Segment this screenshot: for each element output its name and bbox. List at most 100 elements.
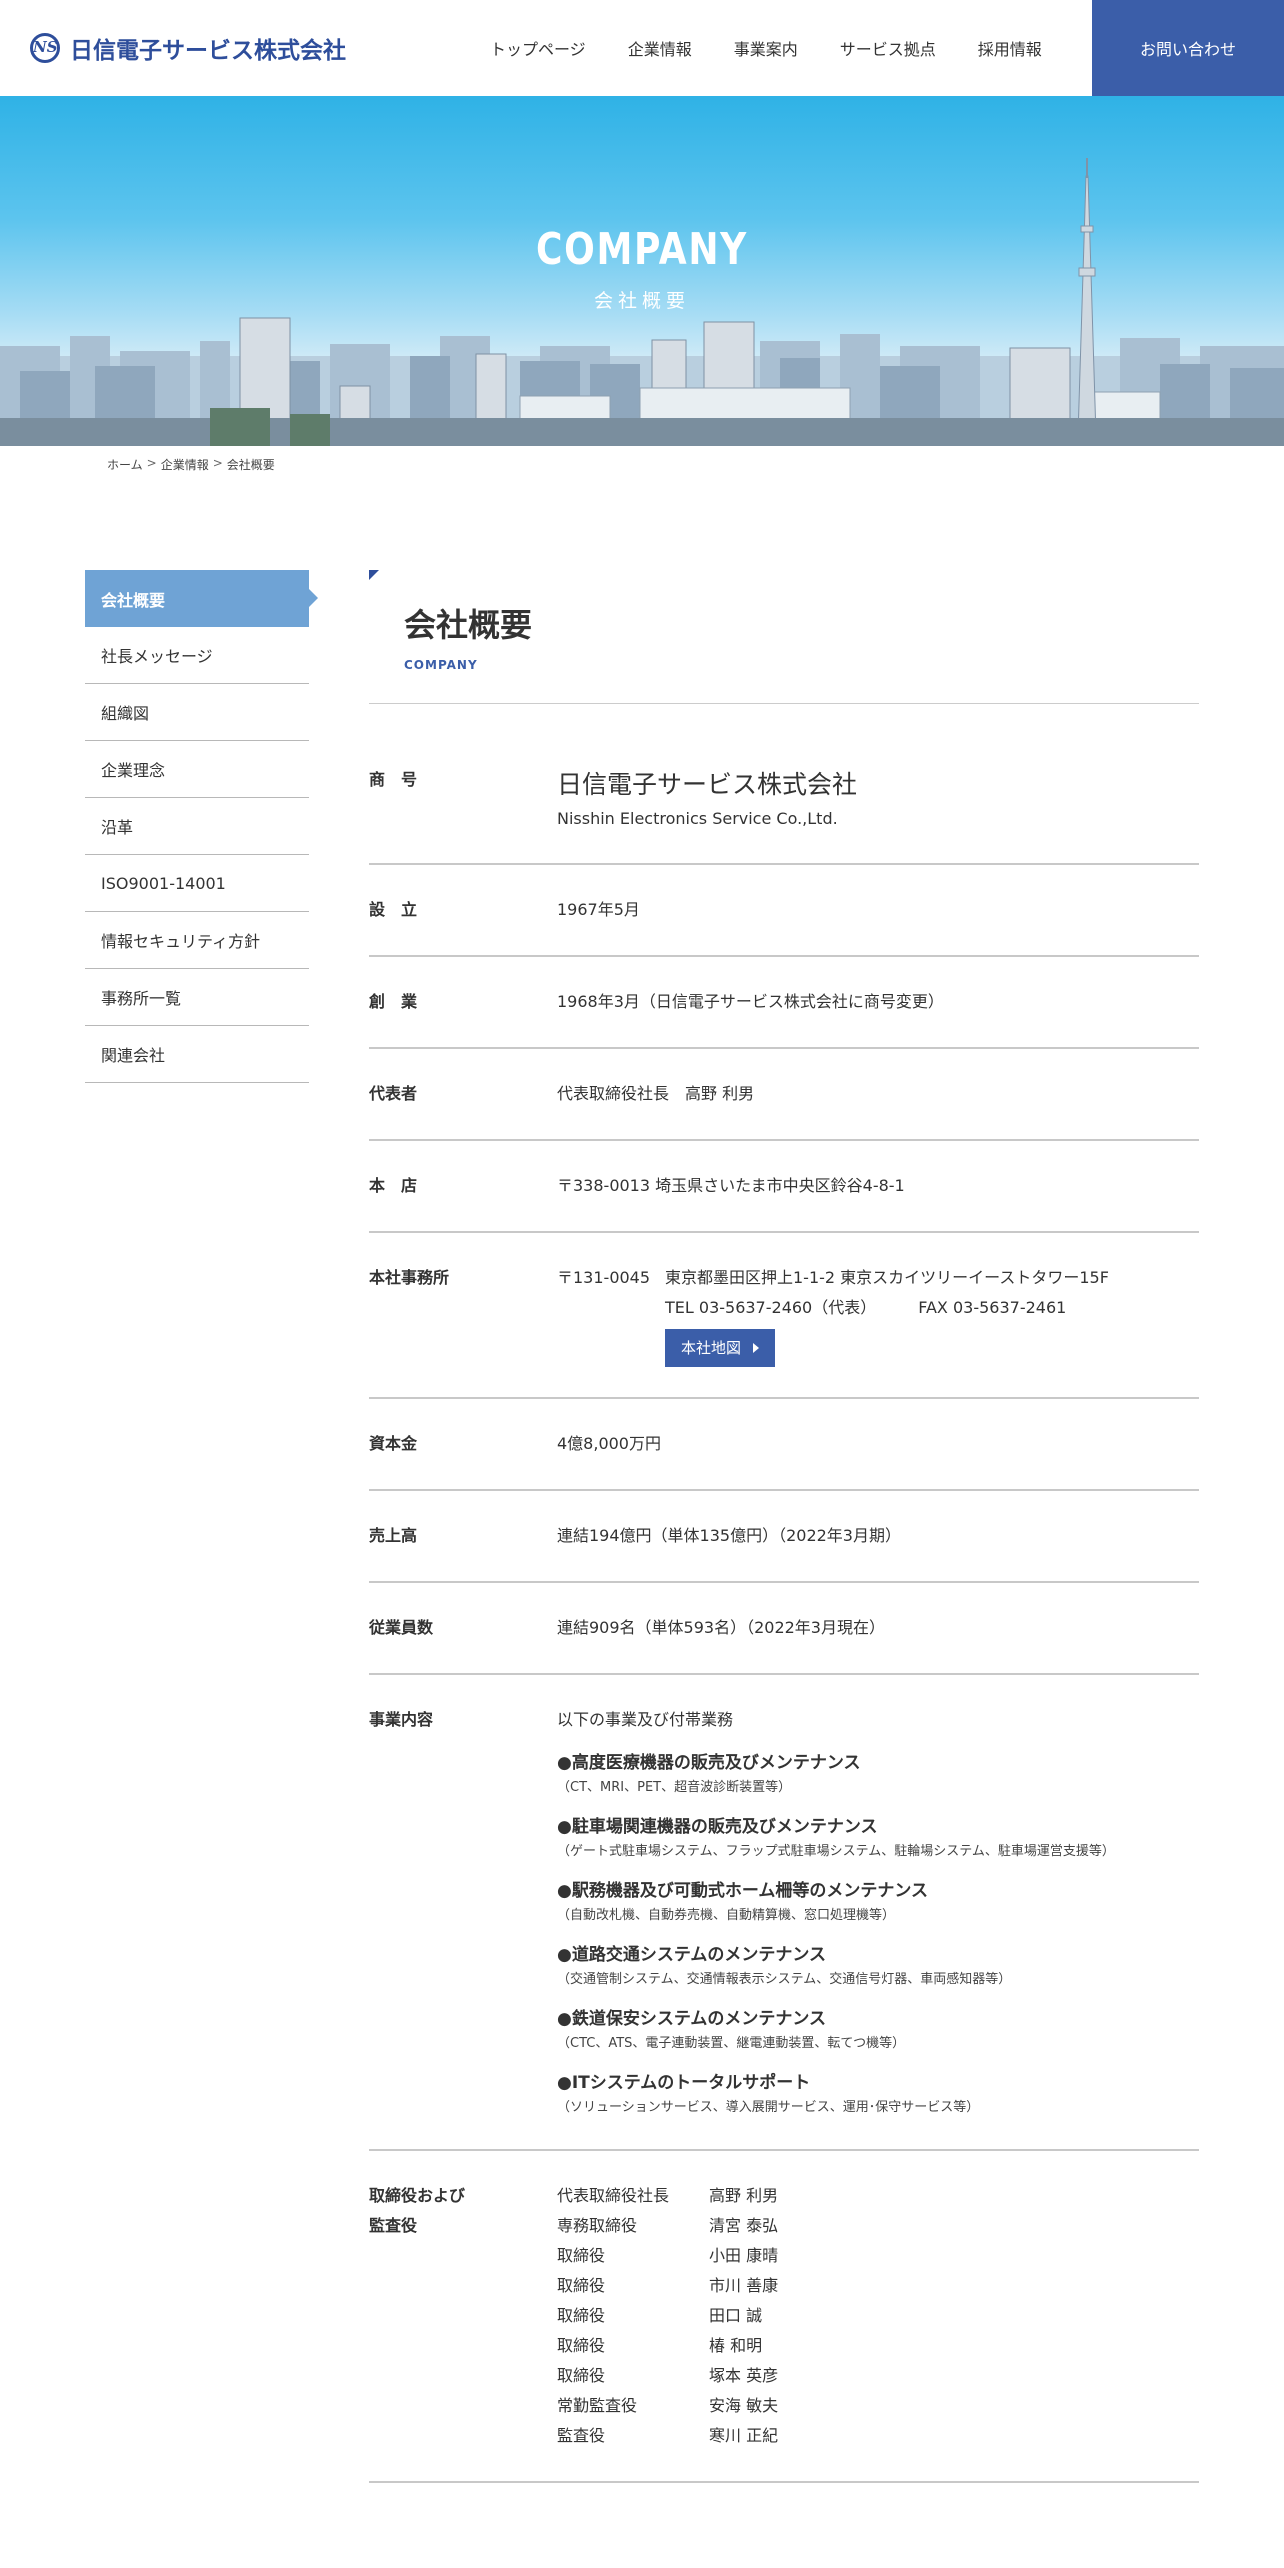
breadcrumb-home[interactable]: ホーム (107, 456, 143, 473)
officer-name: 塚本 英彦 (709, 2366, 779, 2385)
breadcrumb-company[interactable]: 企業情報 (161, 456, 209, 473)
officer-name: 田口 誠 (709, 2306, 763, 2325)
officer-title: 取締役 (557, 2276, 606, 2295)
office-zip: 〒131-0045 (557, 1268, 651, 1287)
business-item: ●ITシステムのトータルサポート （ソリューションサービス、導入展開サービス、運… (557, 2069, 1199, 2119)
page-title: 会社概要 (404, 606, 533, 644)
row-business: 事業内容 以下の事業及び付帯業務 ●高度医療機器の販売及びメンテナンス （CT、… (369, 1675, 1199, 2151)
row-established: 設 立 1967年5月 (369, 865, 1199, 957)
logo-text: 日信電子サービス株式会社 (70, 38, 346, 64)
officer-title: 取締役 (557, 2336, 606, 2355)
officer-title: 監査役 (557, 2426, 606, 2445)
row-label: 売上高 (369, 1526, 418, 1545)
row-label: 商 号 (369, 770, 418, 789)
row-label: 設 立 (369, 900, 418, 919)
row-company-name: 商 号 日信電子サービス株式会社 Nisshin Electronics Ser… (369, 735, 1199, 865)
officer-name: 市川 善康 (709, 2276, 779, 2295)
row-label: 資本金 (369, 1434, 418, 1453)
officer-entry: 取締役 田口 誠 (557, 2301, 1199, 2331)
side-item-president-message[interactable]: 社長メッセージ (85, 627, 309, 684)
row-founded: 創 業 1968年3月（日信電子サービス株式会社に商号変更） (369, 957, 1199, 1049)
company-name: 日信電子サービス株式会社 (557, 770, 858, 799)
row-value: 1968年3月（日信電子サービス株式会社に商号変更） (557, 992, 944, 1011)
row-label: 代表者 (369, 1084, 418, 1103)
officer-entry: 専務取締役 清宮 泰弘 (557, 2211, 1199, 2241)
hero-subtitle: 会社概要 (593, 290, 690, 312)
business-item: ●駅務機器及び可動式ホーム柵等のメンテナンス （自動改札機、自動券売機、自動精算… (557, 1877, 1199, 1927)
business-item: ●駐車場関連機器の販売及びメンテナンス （ゲート式駐車場システム、フラップ式駐車… (557, 1813, 1199, 1863)
row-label: 創 業 (369, 992, 418, 1011)
side-item-offices[interactable]: 事務所一覧 (85, 969, 309, 1026)
row-capital: 資本金 4億8,000万円 (369, 1399, 1199, 1491)
nav-recruit[interactable]: 採用情報 (978, 36, 1042, 60)
breadcrumb-separator: > (212, 456, 223, 470)
officer-entry: 代表取締役社長 高野 利男 (557, 2181, 1199, 2211)
side-item-iso[interactable]: ISO9001-14001 (85, 855, 309, 912)
side-item-company-overview[interactable]: 会社概要 (85, 570, 318, 627)
officer-entry: 監査役 寒川 正紀 (557, 2421, 1199, 2451)
logo-mark-text: NS (33, 38, 58, 56)
row-value: 〒338-0013 埼玉県さいたま市中央区鈴谷4-8-1 (557, 1176, 905, 1195)
row-officers: 取締役および 監査役 代表取締役社長 高野 利男 専務取締役 清宮 泰弘 取締役 小田… (369, 2151, 1199, 2483)
nav-business[interactable]: 事業案内 (734, 36, 798, 60)
row-label: 本 店 (369, 1176, 418, 1195)
officer-entry: 取締役 市川 善康 (557, 2271, 1199, 2301)
office-fax: FAX 03-5637-2461 (918, 1298, 1067, 1317)
business-item-note: （交通管制システム、交通情報表示システム、交通信号灯器、車両感知器等） (557, 1972, 1012, 1987)
officer-entry: 取締役 小田 康晴 (557, 2241, 1199, 2271)
page-title-en: COMPANY (404, 658, 478, 672)
breadcrumb-current: 会社概要 (226, 458, 275, 472)
row-label: 従業員数 (369, 1618, 434, 1637)
business-item-head: ●鉄道保安システムのメンテナンス (557, 2009, 826, 2029)
officer-entry: 常勤監査役 安海 敏夫 (557, 2391, 1199, 2421)
officer-title: 取締役 (557, 2306, 606, 2325)
business-item: ●道路交通システムのメンテナンス （交通管制システム、交通情報表示システム、交通… (557, 1941, 1199, 1991)
row-label: 監査役 (369, 2216, 418, 2235)
side-item-history[interactable]: 沿革 (85, 798, 309, 855)
row-employees: 従業員数 連結909名（単体593名）（2022年3月現在） (369, 1583, 1199, 1675)
company-info-table: 商 号 日信電子サービス株式会社 Nisshin Electronics Ser… (369, 735, 1199, 2483)
side-item-security-policy[interactable]: 情報セキュリティ方針 (85, 912, 309, 969)
row-office: 本社事務所 〒131-0045 東京都墨田区押上1-1-2 東京スカイツリーイー… (369, 1233, 1199, 1399)
nav-company[interactable]: 企業情報 (628, 36, 692, 60)
row-label: 本社事務所 (369, 1268, 450, 1287)
business-item-note: （CT、MRI、PET、超音波診断装置等） (557, 1780, 792, 1795)
corner-mark-icon (369, 570, 379, 580)
side-item-organization[interactable]: 組織図 (85, 684, 309, 741)
row-head-office: 本 店 〒338-0013 埼玉県さいたま市中央区鈴谷4-8-1 (369, 1141, 1199, 1233)
row-representative: 代表者 代表取締役社長 高野 利男 (369, 1049, 1199, 1141)
nav-service-base[interactable]: サービス拠点 (840, 36, 936, 60)
business-item-head: ●駅務機器及び可動式ホーム柵等のメンテナンス (557, 1881, 928, 1901)
company-name-en: Nisshin Electronics Service Co.,Ltd. (557, 809, 838, 828)
row-value: 代表取締役社長 高野 利男 (557, 1084, 755, 1103)
contact-button[interactable]: お問い合わせ (1092, 0, 1284, 96)
officer-entry: 取締役 椿 和明 (557, 2331, 1199, 2361)
officer-name: 寒川 正紀 (709, 2426, 779, 2445)
head-office-map-button[interactable]: 本社地図 (665, 1329, 776, 1367)
row-value: 1967年5月 (557, 900, 640, 919)
hero-banner: COMPANY 会社概要 (0, 96, 1284, 446)
officer-title: 常勤監査役 (557, 2396, 638, 2415)
site-logo[interactable]: NS 日信電子サービス株式会社 (30, 30, 346, 66)
business-item-head: ●道路交通システムのメンテナンス (557, 1945, 826, 1965)
side-item-philosophy[interactable]: 企業理念 (85, 741, 309, 798)
nav-top[interactable]: トップページ (490, 36, 586, 60)
officer-name: 小田 康晴 (709, 2246, 779, 2265)
business-item-note: （ゲート式駐車場システム、フラップ式駐車場システム、駐輪場システム、駐車場運営支… (557, 1844, 1115, 1859)
row-label: 事業内容 (369, 1710, 434, 1729)
side-menu: 会社概要 社長メッセージ 組織図 企業理念 沿革 ISO9001-14001 情… (85, 570, 318, 1083)
officer-title: 専務取締役 (557, 2216, 638, 2235)
breadcrumb: ホーム > 企業情報 > 会社概要 (107, 456, 275, 473)
officer-title: 取締役 (557, 2366, 606, 2385)
hero-title: COMPANY (536, 224, 748, 275)
business-item-note: （ソリューションサービス、導入展開サービス、運用･保守サービス等） (557, 2100, 980, 2115)
site-header: NS 日信電子サービス株式会社 トップページ 企業情報 事業案内 サービス拠点 … (0, 0, 1284, 96)
row-label: 取締役および (369, 2186, 466, 2205)
side-item-affiliates[interactable]: 関連会社 (85, 1026, 309, 1083)
officer-entry: 取締役 塚本 英彦 (557, 2361, 1199, 2391)
business-item-head: ●ITシステムのトータルサポート (557, 2073, 811, 2093)
officer-title: 代表取締役社長 (557, 2186, 670, 2205)
business-item-note: （CTC、ATS、電子連動装置、継電連動装置、転てつ機等） (557, 2036, 906, 2051)
business-intro: 以下の事業及び付帯業務 (557, 1710, 734, 1729)
officer-name: 椿 和明 (709, 2336, 763, 2355)
